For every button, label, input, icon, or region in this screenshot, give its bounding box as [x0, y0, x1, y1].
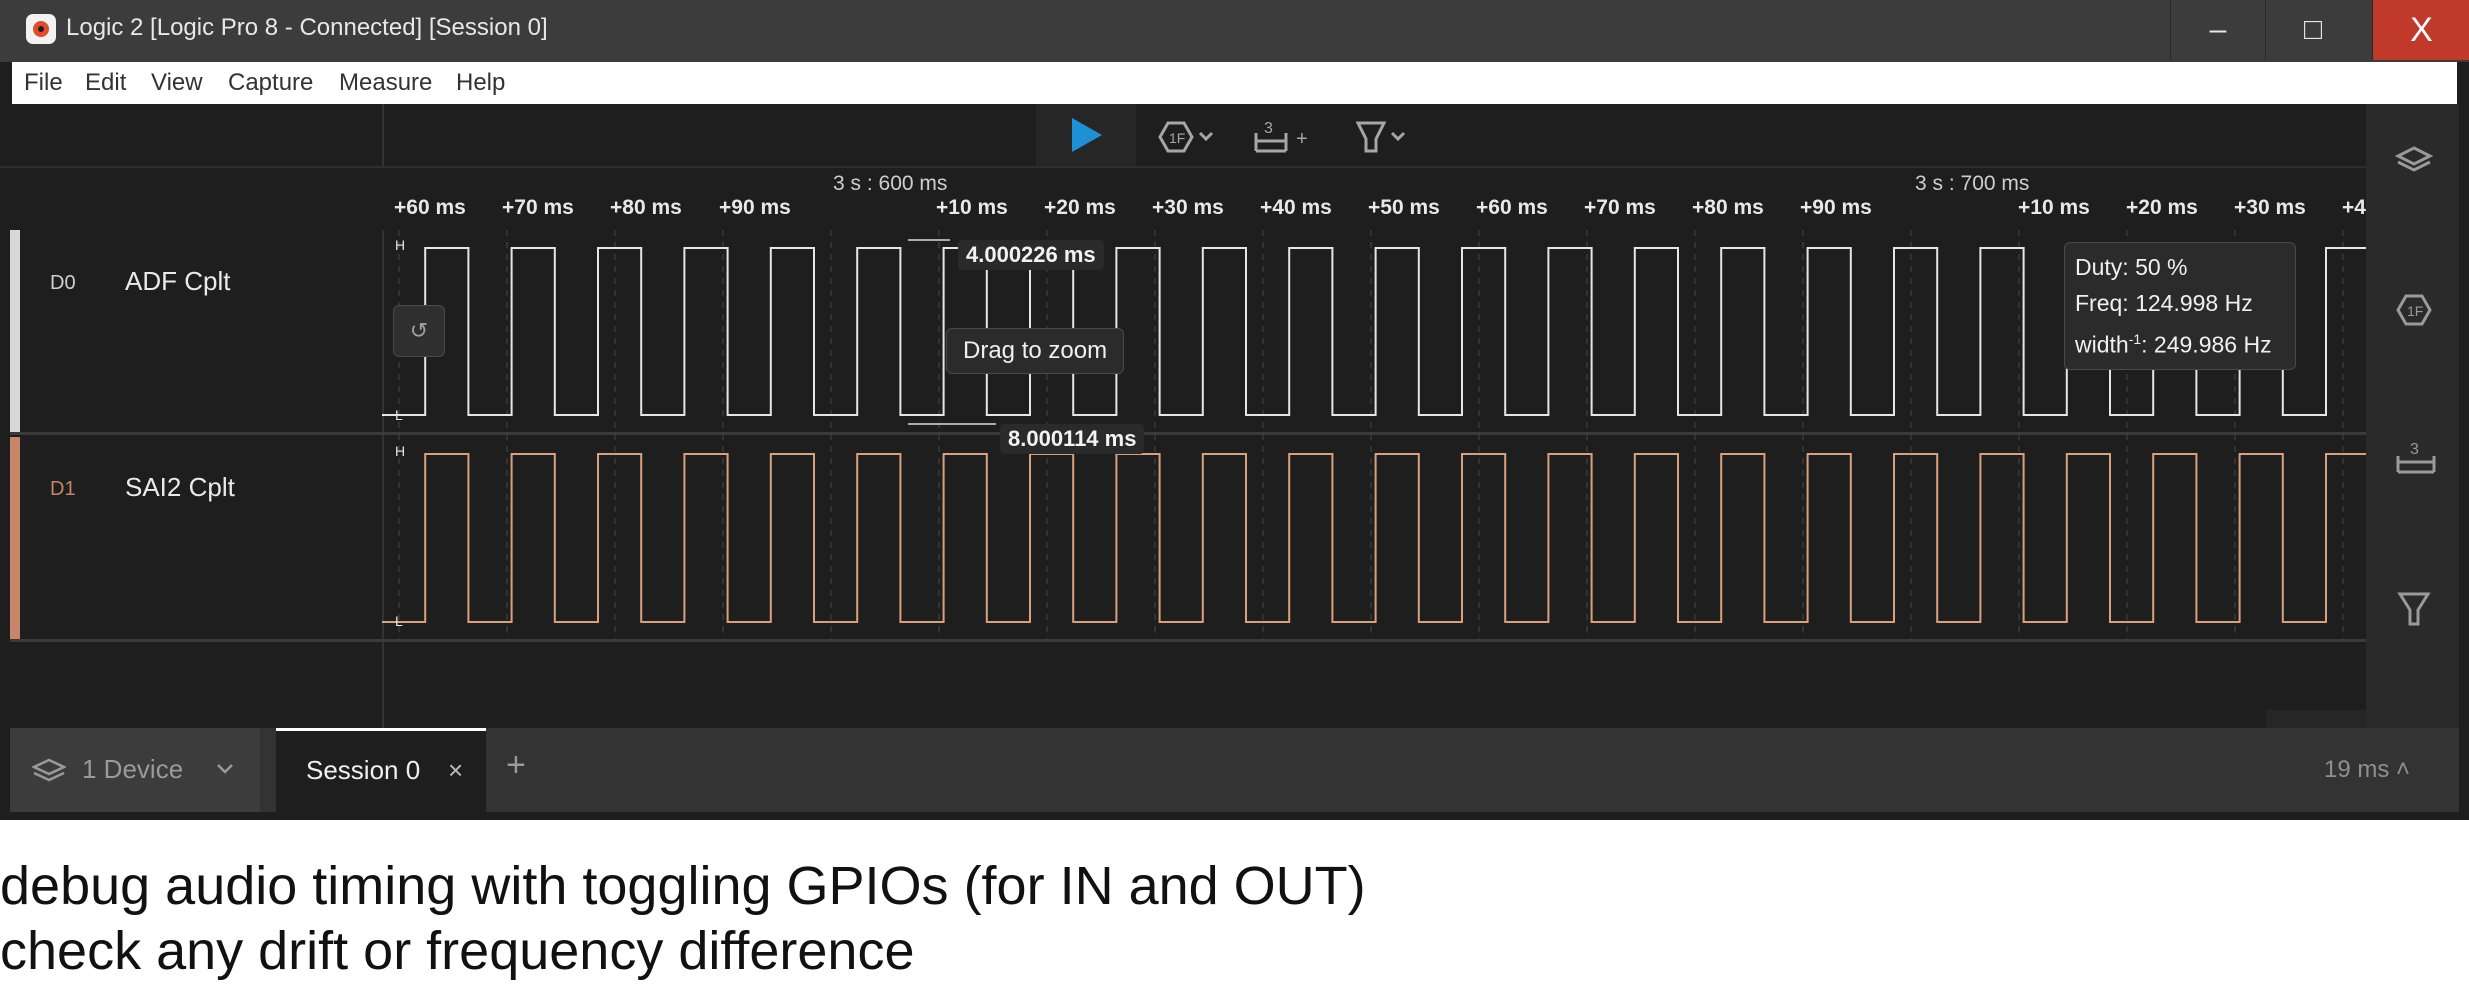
ruler-tick: +30 ms	[2234, 196, 2306, 219]
close-button[interactable]: X	[2372, 0, 2469, 60]
menu-measure[interactable]: Measure	[339, 69, 432, 97]
channel-id-d1: D1	[50, 478, 76, 500]
ruler-tick: +4	[2342, 196, 2366, 219]
ruler-tick: +90 ms	[1800, 196, 1872, 219]
title-bar: Logic 2 [Logic Pro 8 - Connected] [Sessi…	[0, 0, 2469, 62]
channel-id-d0: D0	[50, 272, 76, 294]
menu-capture[interactable]: Capture	[228, 69, 313, 97]
channel-name-d0[interactable]: ADF Cplt	[125, 266, 230, 297]
caption-line-1: debug audio timing with toggling GPIOs (…	[0, 856, 1366, 916]
minimize-button[interactable]: –	[2170, 0, 2265, 60]
play-button[interactable]	[1036, 104, 1136, 166]
ruler-tick: +60 ms	[1476, 196, 1548, 219]
device-selector[interactable]: 1 Device	[10, 728, 260, 812]
period-measurement: 4.000226 ms	[958, 240, 1104, 270]
caption-line-2: check any drift or frequency difference	[0, 921, 915, 981]
ruler-tick: +20 ms	[2126, 196, 2198, 219]
play-icon	[1072, 118, 1102, 152]
measure-icon[interactable]: 3	[2394, 440, 2438, 492]
close-icon[interactable]: ×	[448, 755, 463, 786]
low-marker: L	[395, 407, 403, 423]
marker-icon[interactable]	[2394, 588, 2434, 636]
ruler-tick: +40 ms	[1260, 196, 1332, 219]
svg-text:3: 3	[2410, 441, 2419, 458]
freq-value: Freq: 124.998 Hz	[2075, 290, 2253, 316]
ruler-group-label: 3 s : 600 ms	[833, 172, 948, 195]
menu-bar: File Edit View Capture Measure Help	[12, 62, 2457, 104]
undo-zoom-button[interactable]: ↺	[393, 305, 445, 357]
menu-view[interactable]: View	[151, 69, 203, 97]
channel-color-bar-d0	[10, 230, 20, 434]
channel-color-bar-d1	[10, 437, 20, 641]
menu-file[interactable]: File	[24, 69, 63, 97]
channel-labels-panel	[10, 104, 384, 728]
trigger-icon[interactable]: 1F	[2394, 290, 2434, 338]
svg-text:3: 3	[1264, 120, 1273, 137]
drag-zoom-hint: Drag to zoom	[946, 328, 1125, 374]
width-value: width-1: 249.986 Hz	[2075, 331, 2272, 358]
session-label: Session 0	[306, 755, 421, 785]
tab-session-0[interactable]: Session 0 ×	[276, 728, 486, 815]
ruler-tick: +50 ms	[1368, 196, 1440, 219]
device-label: 1 Device	[82, 754, 184, 784]
layers-icon[interactable]	[2394, 140, 2434, 188]
svg-text:+: +	[1296, 128, 1308, 150]
waveform-d1	[382, 453, 2366, 623]
ruler-tick: +70 ms	[502, 196, 574, 219]
scroll-thumb[interactable]	[2266, 710, 2366, 728]
layers-icon	[32, 758, 66, 782]
channel-name-d1[interactable]: SAI2 Cplt	[125, 472, 235, 503]
ruler-tick: +70 ms	[1584, 196, 1656, 219]
ruler-group-label: 3 s : 700 ms	[1915, 172, 2030, 195]
plus-icon[interactable]: +	[506, 746, 526, 785]
window-title: Logic 2 [Logic Pro 8 - Connected] [Sessi…	[66, 14, 548, 41]
menu-edit[interactable]: Edit	[85, 69, 126, 97]
ruler-tick: +80 ms	[1692, 196, 1764, 219]
low-marker: L	[395, 613, 403, 629]
ruler-tick: +10 ms	[2018, 196, 2090, 219]
trigger-icon[interactable]: 1F	[1156, 117, 1220, 164]
ruler-tick: +30 ms	[1152, 196, 1224, 219]
maximize-button[interactable]: □	[2265, 0, 2360, 60]
capture-duration[interactable]: 19 ms ˄	[2324, 756, 2410, 784]
marker-icon[interactable]	[1354, 117, 1418, 164]
stats-tooltip: Duty: 50 % Freq: 124.998 Hz width-1: 249…	[2064, 242, 2296, 370]
ruler-tick: +60 ms	[394, 196, 466, 219]
ruler-tick: +90 ms	[719, 196, 791, 219]
duty-value: Duty: 50 %	[2075, 254, 2188, 280]
period-measurement: 8.000114 ms	[1000, 424, 1145, 454]
chevron-down-icon	[217, 764, 233, 774]
ruler-tick: +80 ms	[610, 196, 682, 219]
high-marker: H	[395, 443, 405, 459]
ruler-tick: +20 ms	[1044, 196, 1116, 219]
svg-text:1F: 1F	[2407, 303, 2423, 319]
svg-text:1F: 1F	[1169, 130, 1185, 146]
measure-icon[interactable]: 3 +	[1252, 117, 1322, 164]
ruler-tick: +10 ms	[936, 196, 1008, 219]
high-marker: H	[395, 237, 405, 253]
menu-help[interactable]: Help	[456, 69, 505, 97]
app-logo-icon	[26, 14, 56, 44]
